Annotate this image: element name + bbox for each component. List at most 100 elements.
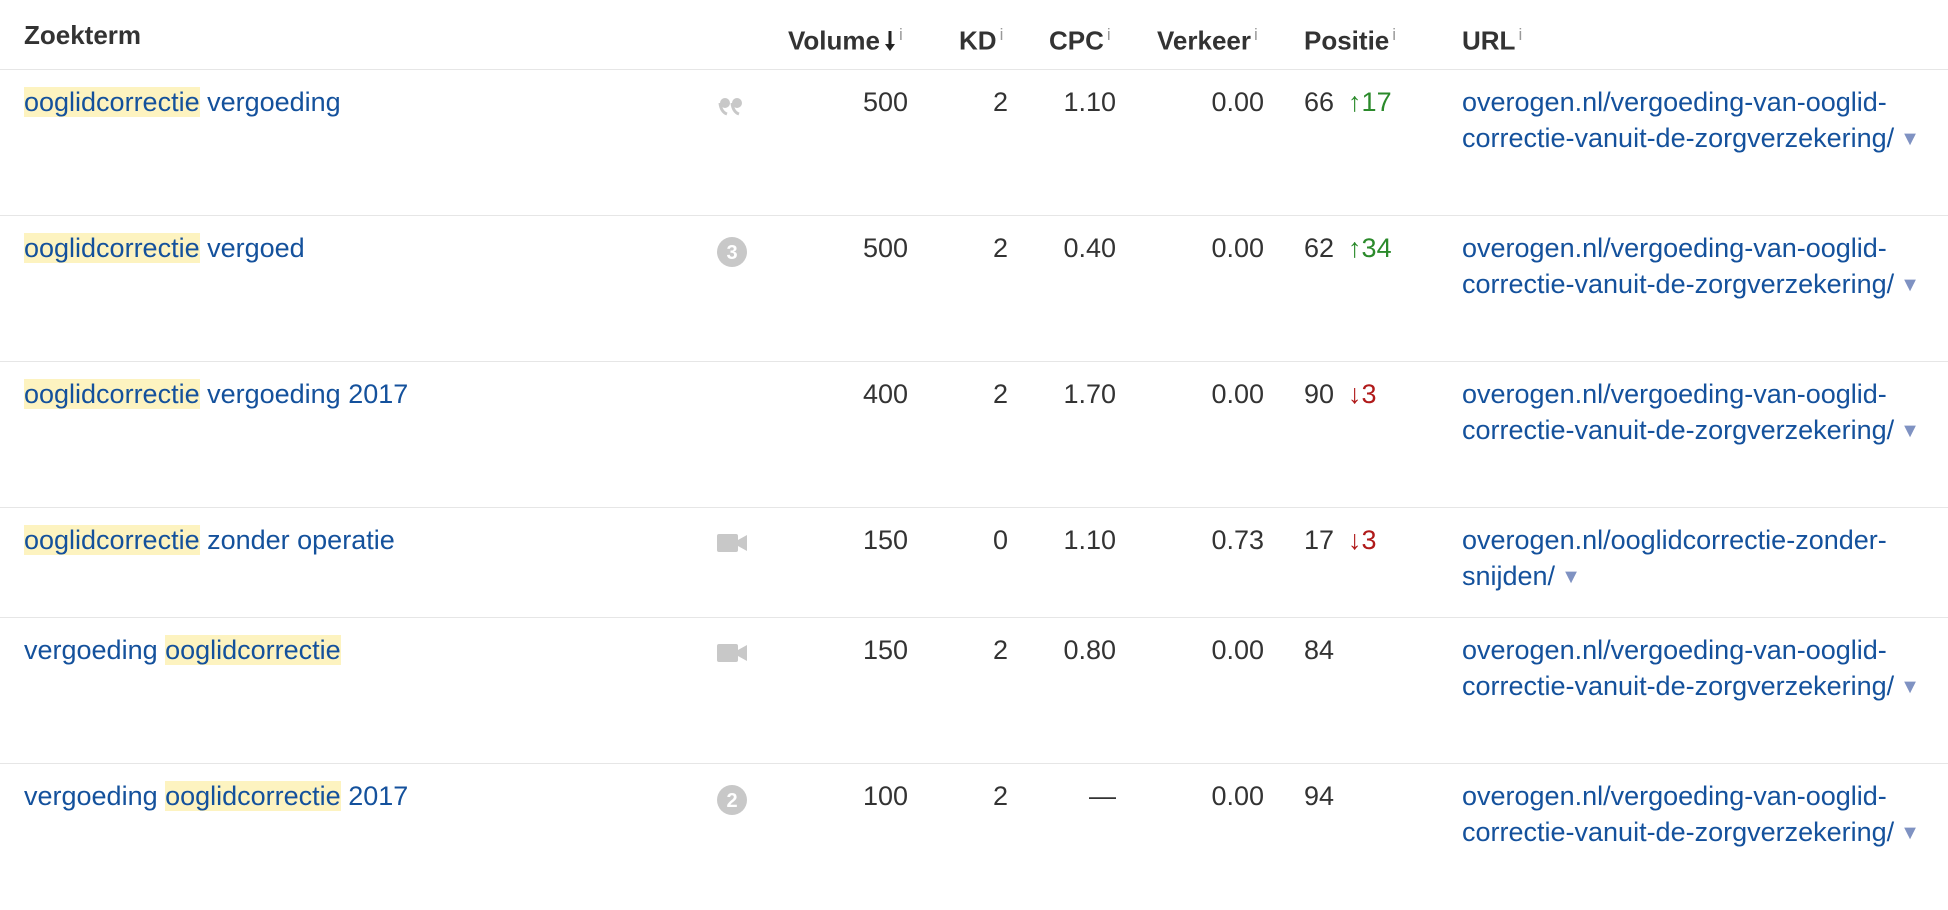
table-row: ooglidcorrectie vergoed 3 500 2 0.40 0.0… <box>0 216 1948 362</box>
cpc-value: 1.10 <box>1063 525 1116 555</box>
position-value: 94 <box>1304 781 1335 811</box>
volume-value: 400 <box>862 379 908 409</box>
column-header-position[interactable]: Positie i <box>1304 17 1396 59</box>
keyword-suffix: 2017 <box>340 781 409 811</box>
position-value: 17 <box>1304 525 1335 555</box>
keyword-highlight: ooglidcorrectie <box>24 525 200 555</box>
position-change-value: 34 <box>1361 233 1392 263</box>
position-cell: 84 <box>1304 632 1334 668</box>
column-header-keyword[interactable]: Zoekterm <box>24 17 141 53</box>
position-change-up: ↑17 <box>1348 87 1392 117</box>
kd-value: 2 <box>992 781 1008 811</box>
table-row: ooglidcorrectie vergoeding 2017 400 2 1.… <box>0 362 1948 508</box>
column-header-url[interactable]: URL i <box>1462 17 1522 59</box>
caret-down-icon[interactable]: ▼ <box>1900 128 1920 150</box>
caret-down-icon[interactable]: ▼ <box>1900 676 1920 698</box>
volume-value: 150 <box>862 525 908 555</box>
caret-down-icon[interactable]: ▼ <box>1561 566 1581 588</box>
kd-value: 0 <box>992 525 1008 555</box>
table-row: vergoeding ooglidcorrectie 150 2 0.80 0.… <box>0 618 1948 764</box>
keyword-link[interactable]: vergoeding ooglidcorrectie 2017 <box>24 778 408 814</box>
column-header-cpc[interactable]: CPC i <box>1049 17 1111 59</box>
keyword-suffix: vergoed <box>199 233 305 263</box>
keyword-highlight: ooglidcorrectie <box>165 635 341 665</box>
volume-value: 150 <box>862 635 908 665</box>
traffic-value: 0.73 <box>1211 525 1264 555</box>
position-cell: 66 ↑17 <box>1304 84 1392 120</box>
info-icon[interactable]: i <box>1392 25 1396 44</box>
position-cell: 17 ↓3 <box>1304 522 1377 558</box>
caret-down-icon[interactable]: ▼ <box>1900 822 1920 844</box>
position-change-value: 17 <box>1361 87 1392 117</box>
column-header-position-label: Positie <box>1304 25 1390 56</box>
column-header-url-label: URL <box>1462 25 1516 56</box>
arrow-up-icon: ↑ <box>1348 233 1362 263</box>
keyword-link[interactable]: ooglidcorrectie vergoeding 2017 <box>24 376 408 412</box>
url-text: overogen.nl/vergoeding-van-ooglid-correc… <box>1462 781 1895 847</box>
traffic-value: 0.00 <box>1211 87 1264 117</box>
column-header-volume[interactable]: Volume i <box>788 17 903 62</box>
table-row: ooglidcorrectie zonder operatie 150 0 1.… <box>0 508 1948 618</box>
keyword-prefix: vergoeding <box>24 635 166 665</box>
column-header-volume-label: Volume <box>788 25 880 56</box>
keyword-link[interactable]: ooglidcorrectie zonder operatie <box>24 522 395 558</box>
table-header: Zoekterm Volume i KD i CPC i Verkeer i Posit… <box>0 0 1948 70</box>
video-icon[interactable] <box>716 638 747 668</box>
position-change-value: 3 <box>1361 379 1377 409</box>
table-row: vergoeding ooglidcorrectie 2017 2 100 2 … <box>0 764 1948 910</box>
column-header-cpc-label: CPC <box>1049 25 1104 56</box>
column-header-traffic[interactable]: Verkeer i <box>1157 17 1258 59</box>
video-icon[interactable] <box>716 528 747 558</box>
url-link[interactable]: overogen.nl/vergoeding-van-ooglid-correc… <box>1462 632 1932 705</box>
position-value: 90 <box>1304 379 1335 409</box>
url-text: overogen.nl/vergoeding-van-ooglid-correc… <box>1462 635 1895 701</box>
arrow-down-icon: ↓ <box>1348 525 1362 555</box>
badge-count: 3 <box>726 242 737 264</box>
volume-value: 500 <box>862 233 908 263</box>
info-icon[interactable]: i <box>899 25 903 44</box>
keyword-prefix: vergoeding <box>24 781 166 811</box>
keyword-link[interactable]: vergoeding ooglidcorrectie <box>24 632 341 668</box>
keyword-highlight: ooglidcorrectie <box>165 781 341 811</box>
keyword-highlight: ooglidcorrectie <box>24 87 200 117</box>
cpc-value: — <box>1089 781 1116 811</box>
cpc-value: 1.70 <box>1063 379 1116 409</box>
url-link[interactable]: overogen.nl/vergoeding-van-ooglid-correc… <box>1462 230 1932 303</box>
info-icon[interactable]: i <box>1000 25 1004 44</box>
caret-down-icon[interactable]: ▼ <box>1900 274 1920 296</box>
position-change-down: ↓3 <box>1348 525 1377 555</box>
column-header-kd-label: KD <box>959 25 997 56</box>
position-cell: 62 ↑34 <box>1304 230 1392 266</box>
badge-count: 2 <box>726 790 737 812</box>
info-icon[interactable]: i <box>1254 25 1258 44</box>
url-link[interactable]: overogen.nl/ooglidcorrectie-zonder-snijd… <box>1462 522 1932 595</box>
position-change-up: ↑34 <box>1348 233 1392 263</box>
info-icon[interactable]: i <box>1518 25 1522 44</box>
position-value: 66 <box>1304 87 1335 117</box>
url-link[interactable]: overogen.nl/vergoeding-van-ooglid-correc… <box>1462 778 1932 851</box>
url-text: overogen.nl/vergoeding-van-ooglid-correc… <box>1462 233 1895 299</box>
position-change-value: 3 <box>1361 525 1377 555</box>
info-icon[interactable]: i <box>1107 25 1111 44</box>
column-header-kd[interactable]: KD i <box>959 17 1003 59</box>
position-cell: 94 <box>1304 778 1334 814</box>
volume-value: 100 <box>862 781 908 811</box>
url-link[interactable]: overogen.nl/vergoeding-van-ooglid-correc… <box>1462 376 1932 449</box>
kd-value: 2 <box>992 379 1008 409</box>
position-value: 84 <box>1304 635 1335 665</box>
caret-down-icon[interactable]: ▼ <box>1900 420 1920 442</box>
traffic-value: 0.00 <box>1211 233 1264 263</box>
keyword-link[interactable]: ooglidcorrectie vergoeding <box>24 84 341 120</box>
quote-icon[interactable] <box>716 90 746 120</box>
kd-value: 2 <box>992 233 1008 263</box>
badge-icon[interactable]: 2 <box>716 784 747 815</box>
table-row: ooglidcorrectie vergoeding 500 2 1.10 0.… <box>0 70 1948 216</box>
kd-value: 2 <box>992 635 1008 665</box>
traffic-value: 0.00 <box>1211 379 1264 409</box>
column-header-traffic-label: Verkeer <box>1157 25 1251 56</box>
keyword-link[interactable]: ooglidcorrectie vergoed <box>24 230 305 266</box>
url-link[interactable]: overogen.nl/vergoeding-van-ooglid-correc… <box>1462 84 1932 157</box>
position-cell: 90 ↓3 <box>1304 376 1377 412</box>
keyword-suffix: zonder operatie <box>199 525 395 555</box>
badge-icon[interactable]: 3 <box>716 236 747 267</box>
